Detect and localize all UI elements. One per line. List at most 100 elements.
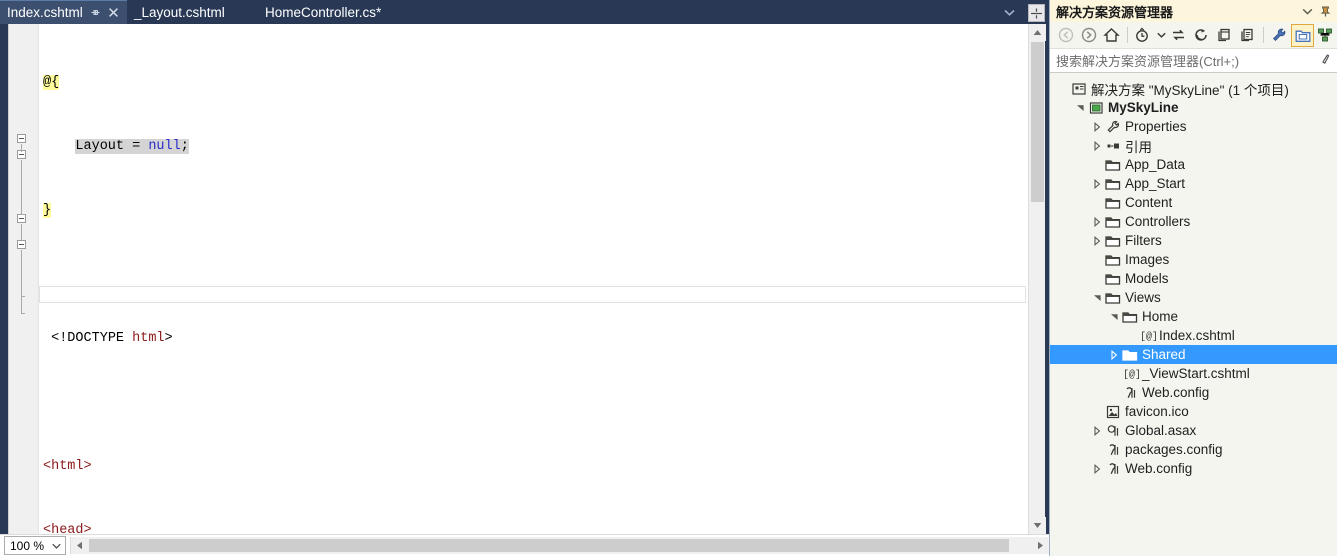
fold-box-body[interactable] <box>17 214 26 223</box>
scrollbar-thumb[interactable] <box>1031 42 1044 202</box>
scroll-up-arrow-icon[interactable] <box>1029 24 1046 41</box>
config-icon <box>1104 440 1122 459</box>
razor-icon: [@] <box>1121 364 1139 383</box>
code-editor-surface[interactable]: @{ Layout = null; } <!DOCTYPE html> <htm… <box>8 24 1028 534</box>
code-text[interactable]: @{ Layout = null; } <!DOCTYPE html> <htm… <box>39 24 1028 534</box>
tree-item-content[interactable]: Content <box>1050 193 1337 212</box>
pin-icon[interactable] <box>1316 2 1334 20</box>
expand-triangle-icon[interactable] <box>1107 345 1121 364</box>
tree-item-views[interactable]: Views <box>1050 288 1337 307</box>
collapse-all-button[interactable] <box>1213 24 1236 47</box>
tab-layout-cshtml[interactable]: _Layout.cshtml <box>127 0 237 24</box>
editor-vertical-scrollbar[interactable] <box>1028 24 1046 534</box>
token-layout-assign: Layout = <box>75 139 149 154</box>
expand-triangle-icon[interactable] <box>1090 136 1104 155</box>
fold-guide-tick <box>21 313 25 314</box>
chevron-down-icon[interactable] <box>1298 2 1316 20</box>
expand-triangle-icon[interactable] <box>1090 459 1104 478</box>
tree-item-models[interactable]: Models <box>1050 269 1337 288</box>
back-button[interactable] <box>1054 24 1077 47</box>
folder-icon <box>1104 155 1122 174</box>
collapse-triangle-icon[interactable] <box>1090 288 1104 307</box>
editor-horizontal-scrollbar[interactable] <box>70 537 1049 554</box>
scroll-left-arrow-icon[interactable] <box>71 537 88 554</box>
token-null-keyword: null <box>148 139 181 154</box>
expand-triangle-icon[interactable] <box>1090 421 1104 440</box>
tree-item-properties[interactable]: Properties <box>1050 117 1337 136</box>
folder-icon <box>1104 269 1122 288</box>
search-mic-icon[interactable] <box>1320 54 1332 68</box>
tree-item-label: Web.config <box>1125 461 1193 476</box>
scroll-down-arrow-icon[interactable] <box>1029 517 1046 534</box>
collapse-triangle-icon[interactable] <box>1073 98 1087 117</box>
tree-item-app_start[interactable]: App_Start <box>1050 174 1337 193</box>
expand-triangle-icon[interactable] <box>1090 212 1104 231</box>
chevron-down-icon[interactable] <box>1000 4 1018 20</box>
solution-tree[interactable]: 解决方案 "MySkyLine" (1 个项目) MySkyLine Propert… <box>1050 74 1337 556</box>
search-input[interactable]: 搜索解决方案资源管理器(Ctrl+;) <box>1056 51 1320 70</box>
expand-triangle-icon[interactable] <box>1090 174 1104 193</box>
tree-item-[interactable]: 引用 <box>1050 136 1337 155</box>
view-designer-button[interactable] <box>1291 23 1314 47</box>
tab-label: _Layout.cshtml <box>134 4 225 20</box>
expand-triangle-icon[interactable] <box>1090 117 1104 136</box>
home-button[interactable] <box>1100 24 1123 47</box>
close-icon[interactable] <box>107 6 120 19</box>
expand-triangle-icon[interactable] <box>1090 231 1104 250</box>
fold-box-div[interactable] <box>17 240 26 249</box>
refresh-button[interactable] <box>1190 24 1213 47</box>
tree-item-label: Index.cshtml <box>1159 328 1235 343</box>
tree-item-web.config[interactable]: Web.config <box>1050 383 1337 402</box>
tree-item-home[interactable]: Home <box>1050 307 1337 326</box>
pending-changes-button[interactable] <box>1132 24 1155 47</box>
tree-item-label: Global.asax <box>1125 423 1197 438</box>
solution-explorer-search[interactable]: 搜索解决方案资源管理器(Ctrl+;) <box>1050 49 1337 73</box>
scroll-right-arrow-icon[interactable] <box>1032 537 1049 554</box>
tree-item-app_data[interactable]: App_Data <box>1050 155 1337 174</box>
tree-item-myskyline-1[interactable]: 解决方案 "MySkyLine" (1 个项目) <box>1050 79 1337 98</box>
sync-with-active-document-button[interactable] <box>1167 24 1190 47</box>
tree-item-web.config[interactable]: Web.config <box>1050 459 1337 478</box>
editor-pane: Index.cshtml _Layout.cshtml HomeControll… <box>0 0 1049 556</box>
tree-item-images[interactable]: Images <box>1050 250 1337 269</box>
forward-button[interactable] <box>1077 24 1100 47</box>
split-view-icon[interactable] <box>1028 4 1045 22</box>
tree-item-myskyline[interactable]: MySkyLine <box>1050 98 1337 117</box>
tree-item-controllers[interactable]: Controllers <box>1050 212 1337 231</box>
folder-icon <box>1121 345 1139 364</box>
tree-item-packages.config[interactable]: packages.config <box>1050 440 1337 459</box>
chevron-down-icon[interactable] <box>1155 24 1167 47</box>
chevron-down-icon[interactable] <box>52 543 61 549</box>
token-doctype-html: html <box>132 331 165 346</box>
code-line: Layout = null; <box>39 139 1028 155</box>
scrollbar-thumb[interactable] <box>89 539 1009 552</box>
tree-item-favicon.ico[interactable]: favicon.ico <box>1050 402 1337 421</box>
tab-homecontroller-cs[interactable]: HomeController.cs* <box>258 0 403 24</box>
properties-button[interactable] <box>1268 24 1291 47</box>
project-icon <box>1087 98 1105 117</box>
class-view-button[interactable] <box>1314 24 1337 47</box>
show-all-files-button[interactable] <box>1236 24 1259 47</box>
tree-item-_viewstart.cshtml[interactable]: [@]_ViewStart.cshtml <box>1050 364 1337 383</box>
fold-box-html[interactable] <box>17 134 26 143</box>
fold-guide-line <box>21 250 22 296</box>
tree-item-index.cshtml[interactable]: [@]Index.cshtml <box>1050 326 1337 345</box>
tree-item-global.asax[interactable]: Global.asax <box>1050 421 1337 440</box>
tree-item-label: App_Data <box>1125 157 1186 172</box>
tree-item-label: App_Start <box>1125 176 1186 191</box>
token-razor-close: } <box>43 203 52 218</box>
pin-icon[interactable] <box>89 6 102 19</box>
tree-item-filters[interactable]: Filters <box>1050 231 1337 250</box>
collapse-triangle-icon[interactable] <box>1107 307 1121 326</box>
zoom-level-combobox[interactable]: 100 % <box>4 536 66 555</box>
fold-margin[interactable] <box>9 24 39 534</box>
code-line: <!DOCTYPE html> <box>39 331 1028 347</box>
fold-guide-line <box>21 224 22 240</box>
tree-item-shared[interactable]: Shared <box>1050 345 1337 364</box>
folder-icon <box>1121 307 1139 326</box>
tab-index-cshtml[interactable]: Index.cshtml <box>0 0 127 24</box>
